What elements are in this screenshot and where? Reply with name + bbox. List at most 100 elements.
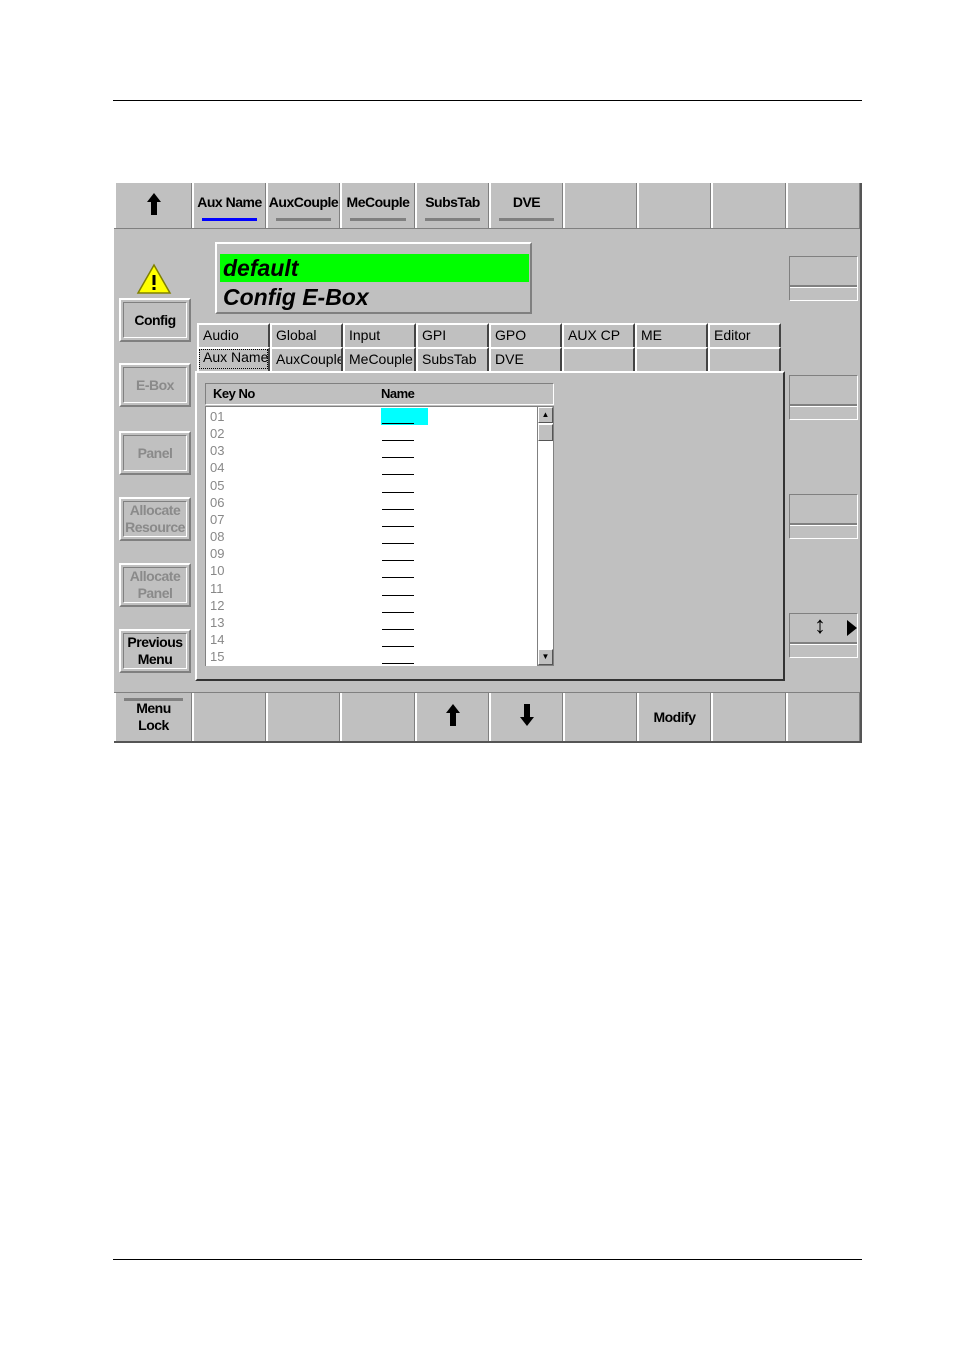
scroll-up-button[interactable]: ▲: [538, 407, 553, 423]
table-row[interactable]: 03: [206, 442, 536, 459]
tab-global[interactable]: Global: [270, 323, 343, 347]
top-tab-6[interactable]: [563, 183, 637, 228]
modify-button[interactable]: Modify: [637, 693, 711, 741]
button-label: Previous Menu: [123, 633, 187, 669]
menu-lock-button[interactable]: Menu Lock: [114, 693, 192, 741]
name-cell-empty: [382, 543, 414, 545]
tab-mecouple[interactable]: MeCouple: [343, 347, 416, 371]
name-cell-empty: [382, 525, 414, 527]
status-display: default Config E-Box: [215, 242, 532, 314]
tab-aux-cp[interactable]: AUX CP: [562, 323, 635, 347]
footer-rule: [113, 1259, 862, 1260]
name-cell-empty: [382, 594, 414, 596]
column-key-no[interactable]: Key No: [213, 384, 255, 404]
arrow-down-icon: [519, 704, 534, 730]
tab-indicator: [350, 218, 406, 221]
name-cell-empty: [382, 508, 414, 510]
scroll-down-button[interactable]: [489, 693, 563, 741]
key-no-cell: 09: [210, 546, 225, 562]
bottom-button-6[interactable]: [563, 693, 637, 741]
name-cell-empty: [382, 474, 414, 476]
top-tab-8[interactable]: [711, 183, 786, 228]
key-no-cell: 02: [210, 426, 225, 442]
name-cell-empty: [382, 440, 414, 442]
side-button-3[interactable]: [789, 494, 858, 539]
tab-audio[interactable]: Audio: [197, 323, 270, 347]
tab-indicator: [425, 218, 480, 221]
table-row[interactable]: 11: [206, 580, 536, 597]
menu-button-e-box[interactable]: E-Box: [119, 363, 191, 407]
warning-icon: [136, 263, 172, 294]
top-tab-3[interactable]: MeCouple: [340, 183, 415, 228]
tab-indicator: [499, 218, 554, 221]
tab-empty-row2-6: [635, 347, 708, 371]
bottom-button-1[interactable]: [192, 693, 266, 741]
tab-dve[interactable]: DVE: [489, 347, 562, 371]
nav-button[interactable]: ↕: [789, 612, 858, 658]
column-name[interactable]: Name: [381, 384, 415, 404]
table-row[interactable]: 09: [206, 545, 536, 562]
scrollbar[interactable]: ▲ ▼: [537, 406, 554, 666]
key-no-cell: 10: [210, 563, 225, 579]
side-button-1[interactable]: [789, 256, 858, 301]
button-label: E-Box: [123, 367, 187, 403]
header-rule: [113, 100, 862, 101]
table-row[interactable]: 13: [206, 614, 536, 631]
table-row[interactable]: 04: [206, 459, 536, 476]
table-row[interactable]: 01: [206, 408, 536, 425]
name-cell-empty: [382, 457, 414, 459]
top-tab-7[interactable]: [637, 183, 711, 228]
top-tab-label: AuxCouple: [268, 194, 339, 210]
key-no-cell: 06: [210, 494, 225, 510]
up-down-arrow-icon: ↕: [814, 612, 826, 639]
tab-empty-row2-5: [562, 347, 635, 371]
button-label: Panel: [123, 435, 187, 471]
table-row[interactable]: 08: [206, 528, 536, 545]
back-button[interactable]: [114, 183, 192, 228]
menu-button-panel[interactable]: Panel: [119, 431, 191, 475]
menu-button-config[interactable]: Config: [119, 298, 191, 342]
menu-button-previous-menu[interactable]: Previous Menu: [119, 629, 191, 673]
button-label: Modify: [653, 708, 696, 725]
table-row[interactable]: 07: [206, 511, 536, 528]
table-row[interactable]: 14: [206, 631, 536, 648]
top-tab-label: DVE: [512, 194, 541, 210]
menu-button-allocate-resource[interactable]: Allocate Resource: [119, 497, 191, 541]
tab-gpi[interactable]: GPI: [416, 323, 489, 347]
tab-auxcouple[interactable]: AuxCouple: [270, 347, 343, 371]
tab-input[interactable]: Input: [343, 323, 416, 347]
menu-button-allocate-panel[interactable]: Allocate Panel: [119, 563, 191, 607]
scroll-thumb[interactable]: [538, 424, 553, 441]
bottom-button-9[interactable]: [786, 693, 860, 741]
content-area: Key No Name 01 02 03 04 05 06 07 08 09 10 11 12 13 14…: [195, 371, 785, 681]
top-tab-2[interactable]: AuxCouple: [266, 183, 340, 228]
bottom-button-2[interactable]: [266, 693, 340, 741]
top-tab-1[interactable]: Aux Name: [192, 183, 266, 228]
key-no-cell: 03: [210, 443, 225, 459]
button-label: Allocate Resource: [123, 501, 187, 537]
side-button-2[interactable]: [789, 375, 858, 420]
top-tab-5[interactable]: DVE: [489, 183, 563, 228]
tab-me[interactable]: ME: [635, 323, 708, 347]
table-row[interactable]: 05: [206, 477, 536, 494]
tab-editor[interactable]: Editor: [708, 323, 781, 347]
bottom-button-3[interactable]: [340, 693, 415, 741]
scroll-down-button[interactable]: ▼: [538, 649, 553, 665]
table-row[interactable]: 15: [206, 648, 536, 665]
table-row[interactable]: 10: [206, 562, 536, 579]
tab-substab[interactable]: SubsTab: [416, 347, 489, 371]
key-no-cell: 01: [210, 409, 225, 424]
top-tab-9[interactable]: [786, 183, 860, 228]
tab-gpo[interactable]: GPO: [489, 323, 562, 347]
triangle-right-icon: [847, 620, 857, 636]
table-row[interactable]: 06: [206, 494, 536, 511]
config-ebox-panel: default Config E-Box Key No Name 01 02 03 0…: [114, 183, 862, 743]
key-no-cell: 14: [210, 631, 225, 647]
tab-aux-name[interactable]: Aux Name: [197, 347, 270, 371]
top-tab-4[interactable]: SubsTab: [415, 183, 489, 228]
scroll-up-button[interactable]: [415, 693, 489, 741]
bottom-button-8[interactable]: [711, 693, 786, 741]
table-row[interactable]: 12: [206, 597, 536, 614]
table-row[interactable]: 02: [206, 425, 536, 442]
name-cell-empty: [382, 560, 414, 562]
